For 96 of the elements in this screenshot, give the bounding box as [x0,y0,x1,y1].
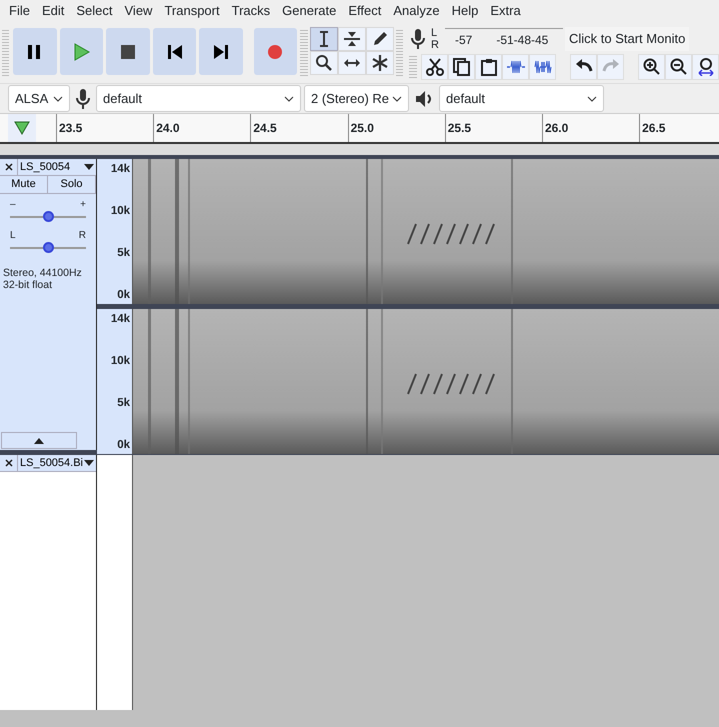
audio-host-dropdown[interactable]: ALSA [8,85,70,112]
menu-item[interactable]: Help [446,1,484,21]
pause-button[interactable] [13,28,57,75]
speaker-icon [414,88,434,108]
play-icon [72,42,91,60]
toolbar-grip[interactable] [300,28,308,77]
draw-tool-button[interactable] [366,27,394,51]
chevron-icon [53,96,63,102]
axis-label: 5k [117,396,130,411]
cut-button[interactable] [421,54,448,80]
axis-label: 0k [117,288,130,303]
channels-dropdown[interactable]: 2 (Stereo) Re [304,85,409,112]
silence-button[interactable] [529,54,556,80]
record-icon [266,42,284,60]
record-button[interactable] [254,28,298,75]
zoom-in-button[interactable] [638,54,666,80]
menu-item[interactable]: Effect [342,1,388,21]
chevron-icon [284,96,294,102]
collapse-button[interactable] [1,432,77,449]
ruler-label: 24.0 [153,114,250,142]
waveform-icon [534,58,552,76]
asterisk-icon [370,54,389,72]
zoom-tool-button[interactable] [310,51,338,75]
track-info-text: Stereo, 44100Hz [3,267,83,279]
trim-button[interactable] [502,54,530,80]
search-icon [314,54,333,72]
microphone-icon [75,88,91,110]
menu-item[interactable]: Transport [158,1,226,21]
slider-thumb[interactable] [43,211,54,222]
microphone-icon [409,28,428,50]
envelope-icon [342,30,361,48]
zoom-out-button[interactable] [665,54,692,80]
triangle-icon [14,121,30,135]
undo-button[interactable] [570,54,598,80]
track-info-text: 32-bit float [3,279,54,291]
slider-label: + [80,200,86,210]
slider-label: R [78,231,86,241]
play-head-button[interactable] [8,114,36,142]
paste-button[interactable] [475,54,502,80]
meter-tick-label: -57 [454,32,472,48]
envelope-tool-button[interactable] [338,27,366,51]
chevron-icon [587,96,597,102]
slider-label: L [10,231,16,241]
axis-label: 14k [110,312,130,327]
channel-label: L [431,27,438,39]
zoom-in-icon [642,58,661,76]
skip-end-icon [212,42,230,60]
scissors-icon [426,58,444,76]
channel-label: R [431,39,439,51]
stop-icon [119,42,138,60]
slider-thumb[interactable] [43,242,54,253]
skip-end-button[interactable] [199,28,243,75]
fit-button[interactable] [692,54,719,80]
recording-device-dropdown[interactable]: default [96,85,301,112]
timeshift-tool-button[interactable] [338,51,366,75]
slider-track[interactable] [10,241,86,253]
track-name-menu[interactable]: LS_50054 [18,159,96,175]
meter-tick-label: -48 [514,32,532,48]
playback-device-dropdown[interactable]: default [439,85,604,112]
close-icon [4,163,12,172]
caret-icon [84,164,94,170]
copy-button[interactable] [448,54,476,80]
menu-item[interactable]: Tracks [226,1,276,21]
chevron-icon [392,96,402,102]
menu-item[interactable]: Edit [36,1,70,21]
menu-item[interactable]: File [3,1,36,21]
track-name-menu[interactable]: LS_50054.Bi [18,455,96,471]
menu-item[interactable]: View [118,1,158,21]
caret-icon [84,460,94,466]
zoom-out-icon [670,58,688,76]
close-icon [4,459,12,468]
copy-icon [452,58,471,76]
slider-track[interactable] [10,210,86,222]
monitoring-prompt[interactable]: Click to Start Monito [564,27,690,51]
clipboard-icon [480,58,498,76]
skip-start-icon [166,42,184,60]
menu-item[interactable]: Analyze [387,1,446,21]
stop-button[interactable] [106,28,150,75]
axis-label: 10k [110,204,130,219]
multi-tool-button[interactable] [366,51,394,75]
meter-tick-label: -45 [531,32,548,48]
menu-item[interactable]: Select [70,1,118,21]
menu-item[interactable]: Extra [484,1,527,21]
up-triangle-icon [34,438,44,444]
meter-tick-label: -51 [496,32,514,48]
axis-label: 5k [117,246,130,261]
select-tool-button[interactable] [310,27,338,51]
axis-label: 0k [117,438,130,453]
menu-item[interactable]: Generate [276,1,342,21]
slider-label: – [10,200,16,210]
axis-label: 10k [110,354,130,369]
axis-label: 14k [110,162,130,177]
waveform-icon [506,58,525,76]
fit-icon [696,58,715,76]
skip-start-button[interactable] [152,28,196,75]
toolbar-grip[interactable] [396,28,404,77]
